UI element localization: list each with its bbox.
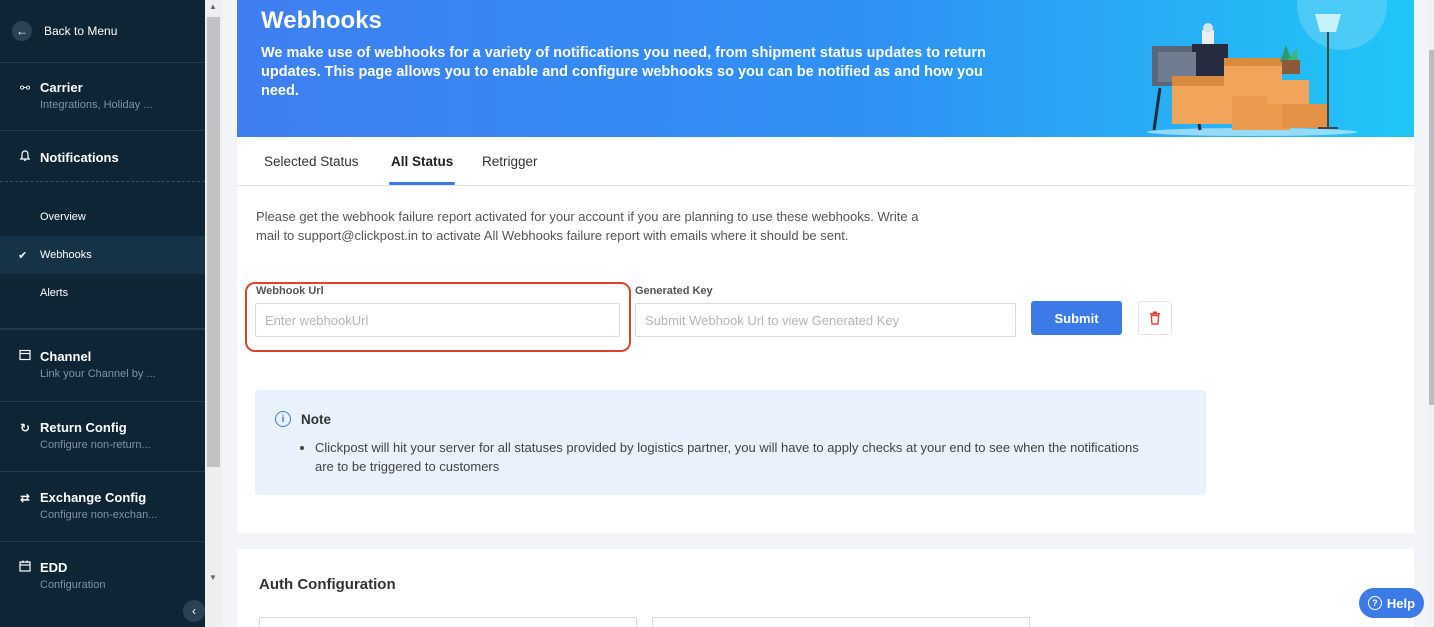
subnav-item-alerts[interactable]: Alerts (0, 274, 205, 312)
failure-report-info: Please get the webhook failure report ac… (256, 209, 919, 243)
scroll-up-icon[interactable]: ▲ (209, 2, 217, 11)
auth-configuration-card: Auth Configuration (237, 549, 1414, 627)
tab-selected-status[interactable]: Selected Status (264, 154, 359, 169)
note-list: Clickpost will hit your server for all s… (315, 438, 1145, 476)
sidebar-item-notifications-title: Notifications (40, 150, 119, 165)
return-icon: ↻ (19, 420, 31, 435)
sidebar-scrollbar[interactable]: ▲ ▼ (205, 0, 222, 627)
sidebar-item-carrier-subtitle: Integrations, Holiday ... (40, 99, 153, 111)
moving-boxes-illustration (1147, 0, 1387, 136)
check-icon: ✔ (18, 249, 28, 262)
exchange-icon: ⇄ (19, 490, 31, 505)
subnav-item-label: Overview (40, 211, 86, 223)
main-scrollbar-thumb[interactable] (1429, 50, 1434, 405)
sidebar-item-channel[interactable]: Channel Link your Channel by ... (0, 329, 205, 401)
sidebar-item-return-config-title: Return Config (40, 420, 127, 435)
sidebar-item-carrier-title: Carrier (40, 80, 83, 95)
sidebar-scrollbar-thumb[interactable] (207, 17, 220, 467)
tab-all-status[interactable]: All Status (391, 154, 453, 169)
sidebar-item-edd-title: EDD (40, 560, 68, 575)
webhook-url-label: Webhook Url (256, 285, 324, 297)
auth-field-1[interactable] (259, 617, 637, 627)
status-tabs: Selected Status All Status Retrigger (237, 137, 1414, 186)
carrier-icon: ⚯ (19, 80, 31, 95)
sidebar-item-carrier[interactable]: ⚯ Carrier Integrations, Holiday ... (0, 62, 205, 130)
back-to-menu-label: Back to Menu (44, 24, 118, 38)
back-to-menu-link[interactable]: ← Back to Menu (0, 0, 205, 62)
sidebar-item-exchange-config-title: Exchange Config (40, 490, 147, 505)
help-button[interactable]: ? Help (1359, 588, 1424, 618)
question-icon: ? (1367, 596, 1382, 610)
sidebar-item-edd-subtitle: Configuration (40, 579, 106, 591)
sidebar-item-exchange-config[interactable]: ⇄ Exchange Config Configure non-exchan..… (0, 471, 205, 541)
auth-configuration-title: Auth Configuration (259, 576, 396, 593)
tab-retrigger[interactable]: Retrigger (482, 154, 538, 169)
page-description: We make use of webhooks for a variety of… (261, 45, 986, 99)
main-scrollbar[interactable] (1429, 0, 1434, 627)
sidebar-item-return-config[interactable]: ↻ Return Config Configure non-return... (0, 401, 205, 471)
chevron-left-icon: ‹ (192, 604, 196, 618)
scroll-down-icon[interactable]: ▼ (209, 573, 217, 582)
sidebar-item-channel-title: Channel (40, 349, 92, 364)
webhooks-card: Selected Status All Status Retrigger Ple… (237, 137, 1414, 533)
channel-icon (18, 349, 32, 364)
calendar-icon (18, 560, 32, 575)
sidebar-item-channel-subtitle: Link your Channel by ... (40, 368, 156, 380)
webhook-url-input[interactable] (255, 303, 620, 337)
subnav-item-label: Webhooks (40, 249, 92, 261)
hero-banner: Webhooks We make use of webhooks for a v… (237, 0, 1414, 137)
bell-icon (18, 150, 32, 165)
trash-icon (1150, 311, 1160, 325)
generated-key-field[interactable] (635, 303, 1016, 337)
sidebar-item-notifications[interactable]: Notifications (0, 130, 205, 182)
note-item: Clickpost will hit your server for all s… (315, 438, 1145, 476)
active-tab-indicator (389, 182, 455, 185)
info-icon: i (275, 411, 291, 427)
sidebar-item-edd[interactable]: EDD Configuration (0, 541, 205, 611)
help-label: Help (1386, 595, 1416, 611)
note-box: i Note Clickpost will hit your server fo… (255, 390, 1206, 495)
page-title: Webhooks (261, 7, 382, 34)
delete-button[interactable] (1138, 301, 1172, 335)
sidebar-item-exchange-config-subtitle: Configure non-exchan... (40, 509, 158, 521)
note-title: Note (301, 411, 331, 427)
submit-button[interactable]: Submit (1031, 301, 1122, 335)
sidebar: ← Back to Menu ⚯ Carrier Integrations, H… (0, 0, 205, 627)
sidebar-item-return-config-subtitle: Configure non-return... (40, 439, 151, 451)
collapse-sidebar-button[interactable]: ‹ (183, 600, 205, 622)
notifications-subnav: Overview ✔ Webhooks Alerts (0, 182, 205, 329)
subnav-item-label: Alerts (40, 287, 69, 299)
auth-field-2[interactable] (652, 617, 1030, 627)
generated-key-label: Generated Key (635, 285, 713, 297)
subnav-item-overview[interactable]: Overview (0, 198, 205, 236)
subnav-item-webhooks[interactable]: ✔ Webhooks (0, 236, 205, 274)
arrow-left-icon: ← (12, 21, 32, 41)
